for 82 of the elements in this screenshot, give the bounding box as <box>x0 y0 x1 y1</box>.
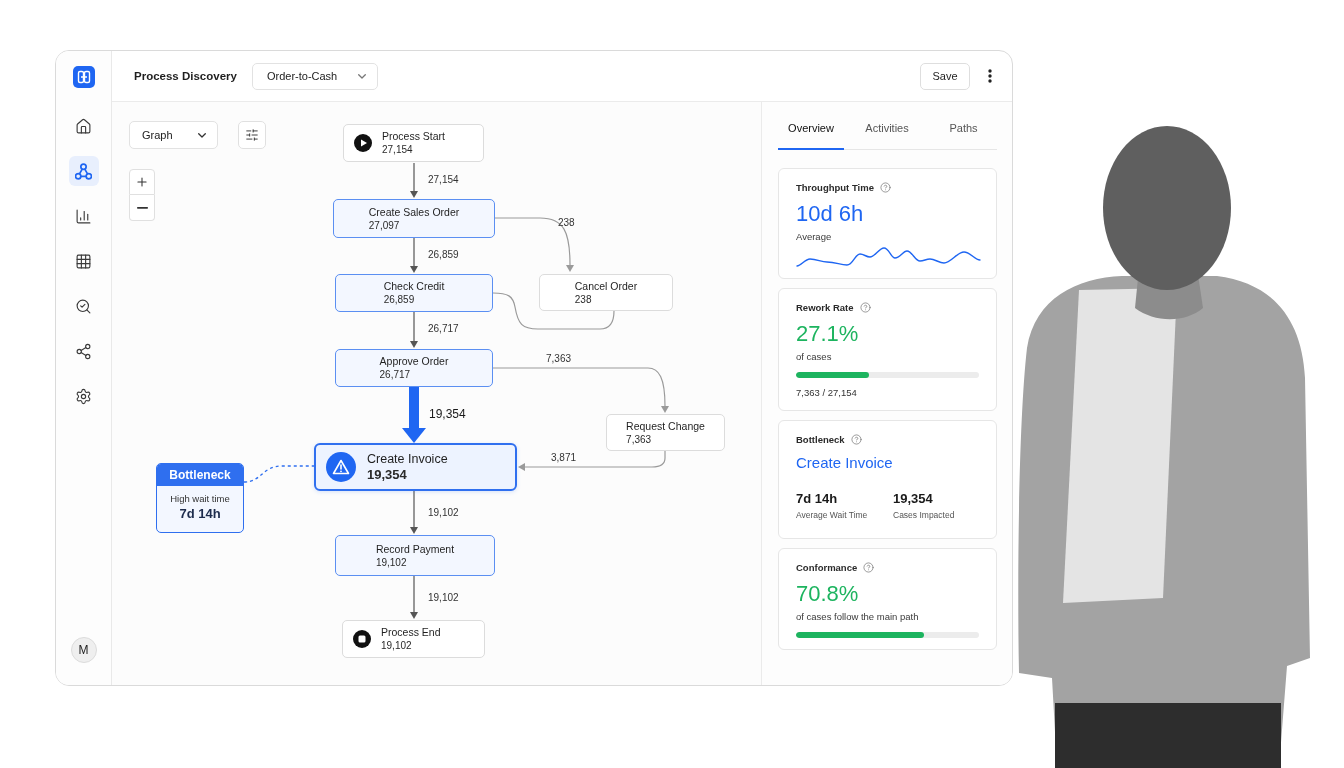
user-avatar[interactable]: M <box>70 637 97 663</box>
node-label: Check Credit <box>383 279 445 293</box>
callout-caption: High wait time <box>169 493 231 504</box>
edge-count: 7,363 <box>546 353 572 365</box>
process-select[interactable]: Order-to-Cash <box>251 62 378 90</box>
save-button[interactable]: Save <box>920 62 970 90</box>
node-count: 7,363 <box>626 432 653 447</box>
metric-value: 70.8% <box>796 581 860 607</box>
share-icon <box>75 342 92 360</box>
edge-count: 19,354 <box>429 407 466 421</box>
callout-header: Bottleneck <box>157 464 243 486</box>
card-title: Rework Rate <box>796 302 854 313</box>
node-count: 26,859 <box>383 293 416 307</box>
node-label: Record Payment <box>375 541 455 556</box>
node-label: Process Start <box>382 129 446 143</box>
metric-value: 10d 6h <box>796 201 865 227</box>
warning-icon <box>326 452 356 482</box>
stop-icon <box>353 630 371 648</box>
node-count: 19,102 <box>381 639 413 653</box>
search-icon <box>75 297 92 315</box>
zoom-out-button[interactable] <box>129 195 155 221</box>
more-icon <box>988 69 992 83</box>
bar-chart-icon <box>75 207 92 225</box>
edge-count: 26,717 <box>428 323 459 335</box>
card-title: Conformance <box>796 562 858 573</box>
page-title: Process Discovery <box>134 70 237 82</box>
node-label: Approve Order <box>379 354 449 368</box>
bottleneck-activity-link[interactable]: Create Invoice <box>796 454 893 472</box>
flow-arrow <box>410 162 418 198</box>
home-icon <box>75 117 92 135</box>
edge-count: 19,102 <box>428 592 459 604</box>
settings-icon <box>75 387 92 405</box>
callout-value: 7d 14h <box>178 506 222 521</box>
card-title: Bottleneck <box>796 434 845 445</box>
flow-arrow <box>410 311 418 348</box>
sidebar-nav-button[interactable] <box>68 156 99 186</box>
edge-count: 26,859 <box>428 249 459 261</box>
stat-value: 7d 14h <box>796 491 839 507</box>
node-graph-icon <box>75 162 92 180</box>
chevron-down-icon <box>198 132 206 138</box>
metric-detail: 7,363 / 27,154 <box>796 386 858 399</box>
node-label: Create Sales Order <box>368 204 460 219</box>
play-icon <box>354 134 372 152</box>
card-title: Throughput Time <box>796 182 874 193</box>
node-label: Cancel Order <box>574 278 638 293</box>
plus-icon <box>135 175 149 189</box>
view-select[interactable]: Graph <box>129 121 218 149</box>
node-count: 27,154 <box>382 143 414 157</box>
edge-count: 238 <box>558 217 575 229</box>
flow-arrow <box>410 490 418 534</box>
zoom-in-button[interactable] <box>129 169 155 195</box>
more-button[interactable] <box>988 69 992 83</box>
stat-label: Cases Impacted <box>893 509 956 521</box>
metric-caption: of cases follow the main path <box>796 610 920 623</box>
node-label: Create Invoice <box>367 451 448 467</box>
node-count: 19,102 <box>375 555 408 570</box>
filter-button[interactable] <box>238 121 266 149</box>
metric-value: 27.1% <box>796 321 860 347</box>
edge-count: 27,154 <box>428 174 459 186</box>
panel-tab[interactable]: Overview <box>778 112 844 150</box>
flow-arrow <box>410 575 418 619</box>
chevron-down-icon <box>357 73 366 79</box>
stat-value: 19,354 <box>893 491 934 507</box>
edge-count: 3,871 <box>551 452 577 464</box>
logo-icon[interactable] <box>72 66 95 88</box>
panel-tab[interactable]: Paths <box>930 112 997 150</box>
node-label: Process End <box>381 625 441 639</box>
grid-icon <box>75 252 92 270</box>
edge-count: 19,102 <box>428 507 459 519</box>
minus-icon <box>136 206 148 209</box>
node-count: 26,717 <box>379 368 412 382</box>
flow-arrow <box>402 387 426 443</box>
node-count: 27,097 <box>368 218 401 233</box>
metric-caption: Average <box>796 230 833 243</box>
node-label: Request Change <box>626 418 705 433</box>
stat-label: Average Wait Time <box>796 509 869 521</box>
panel-tab[interactable]: Activities <box>844 112 930 150</box>
sliders-icon <box>245 128 259 142</box>
node-count: 238 <box>574 292 593 307</box>
flow-arrow <box>410 237 418 273</box>
node-count: 19,354 <box>367 467 408 483</box>
metric-caption: of cases <box>796 350 833 363</box>
